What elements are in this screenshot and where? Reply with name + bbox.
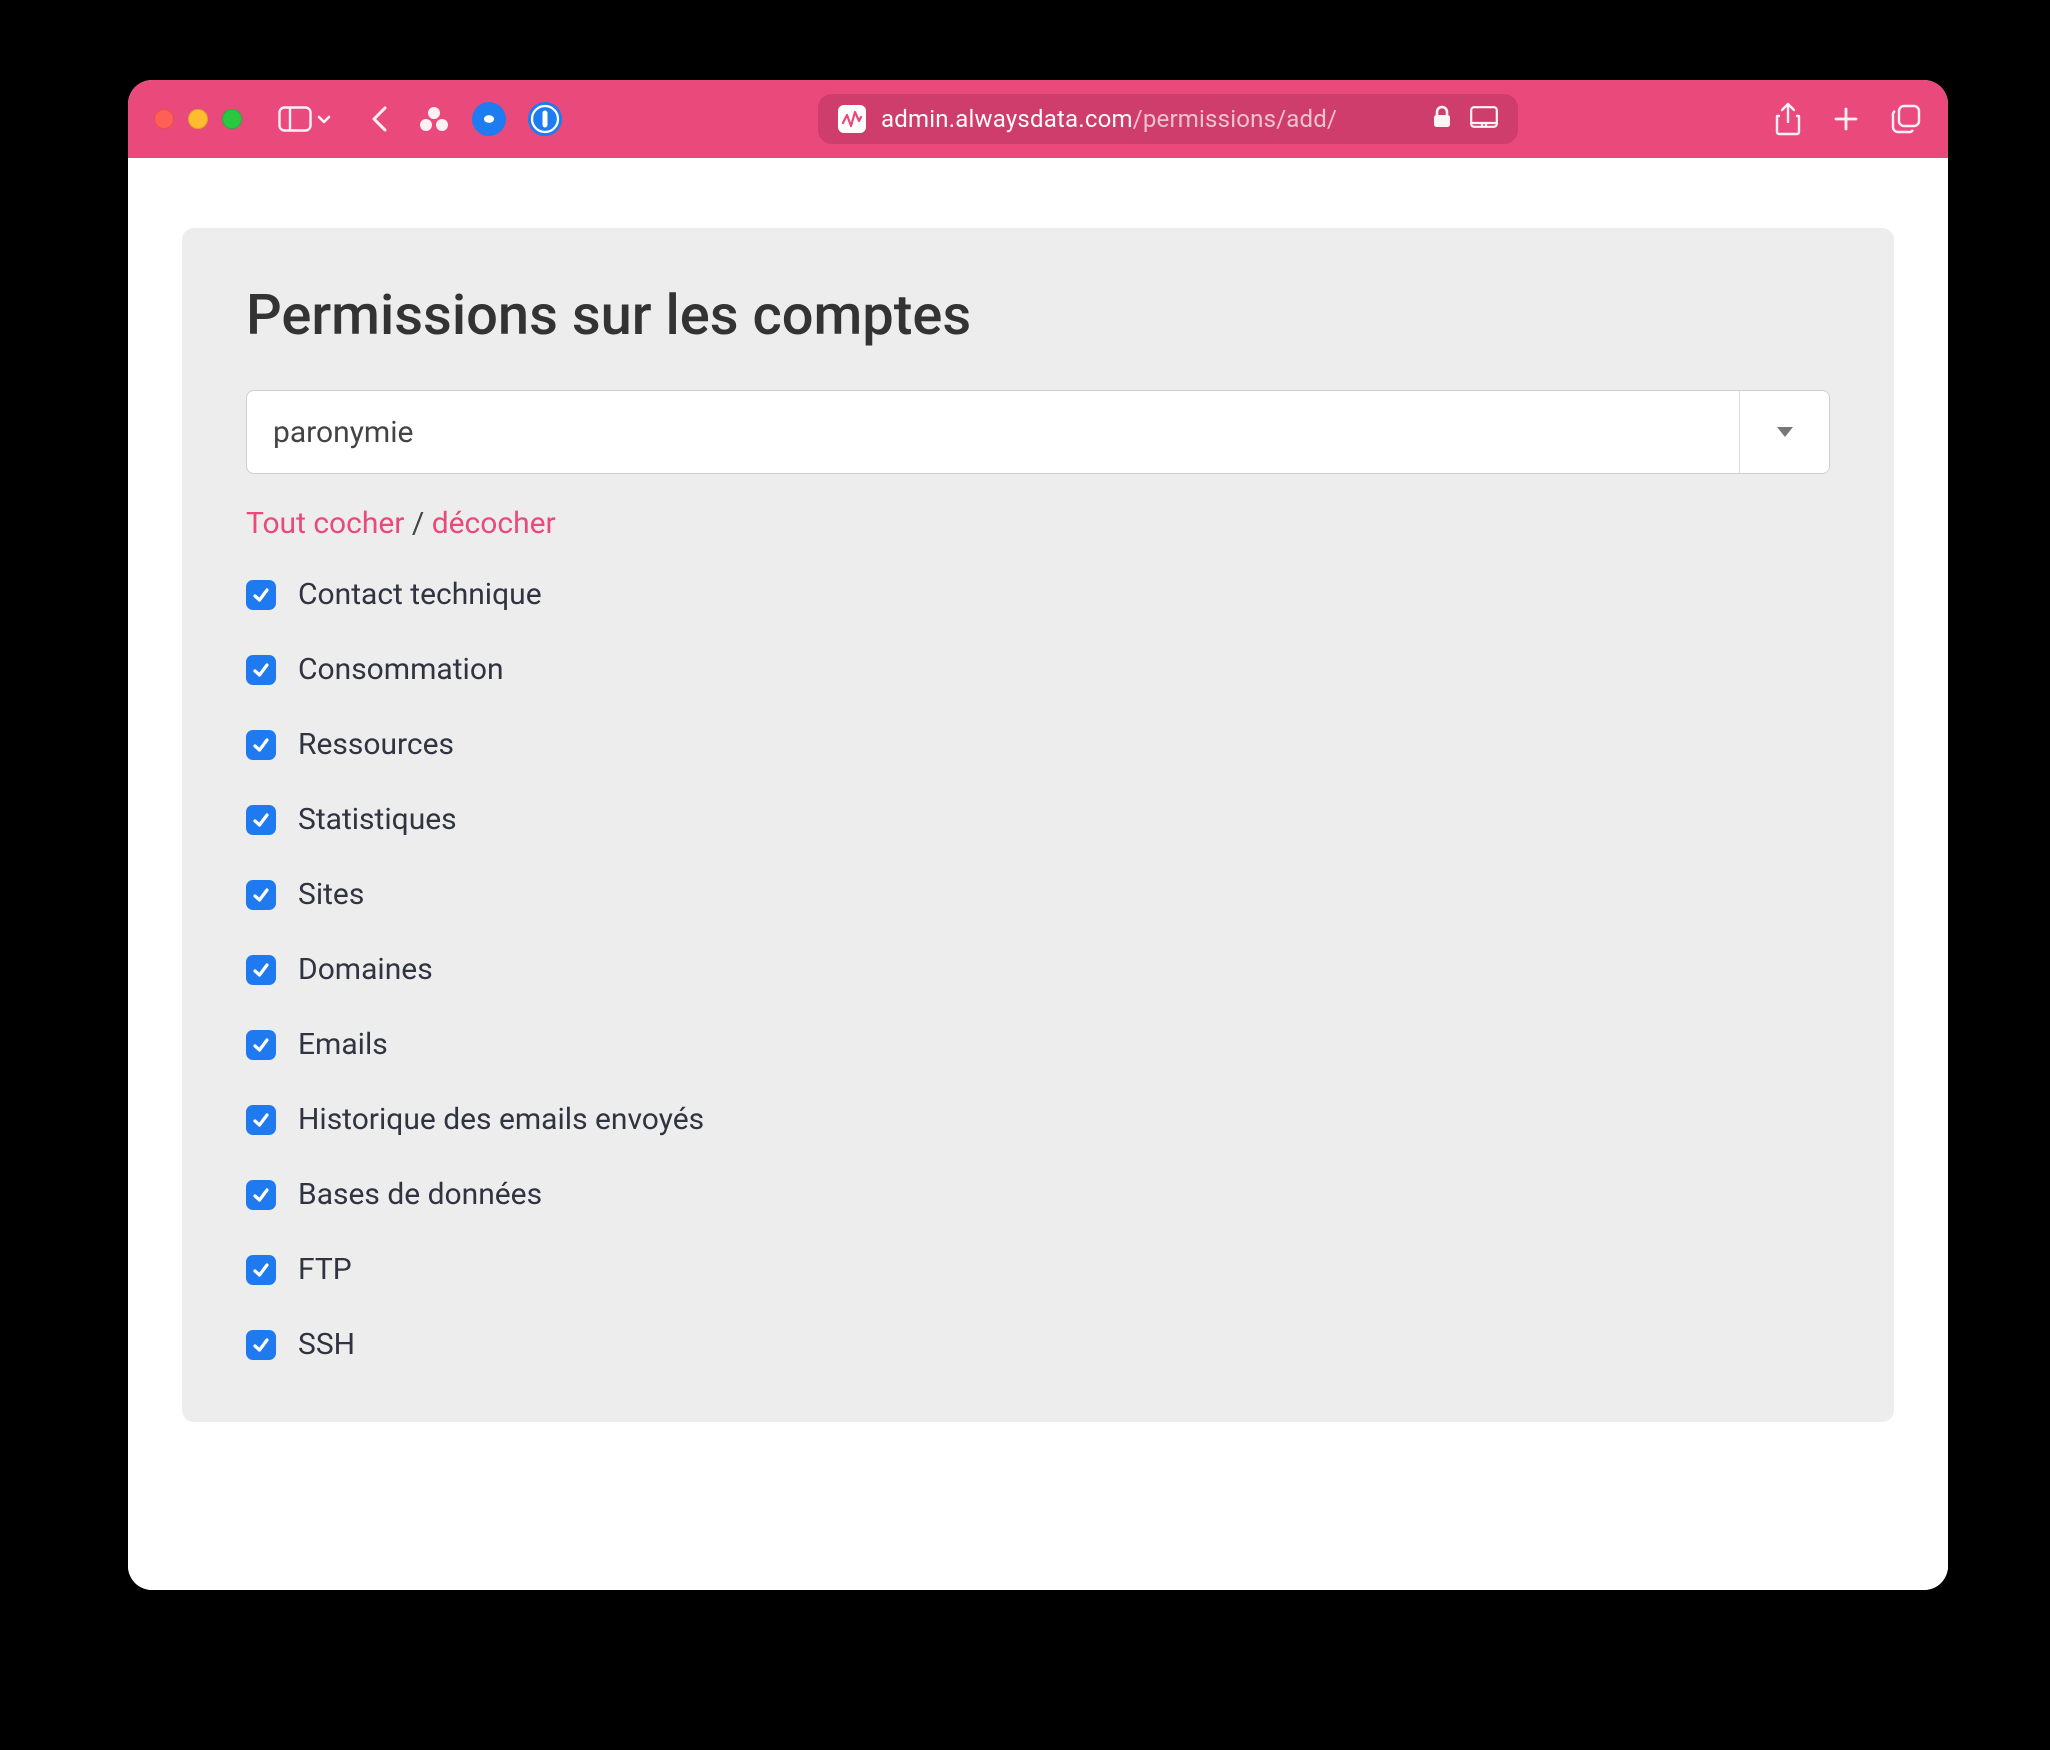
permission-item: Statistiques (246, 802, 1830, 837)
titlebar: admin.alwaysdata.com/permissions/add/ (128, 80, 1948, 158)
permission-label: Ressources (298, 727, 454, 762)
permission-label: Contact technique (298, 577, 542, 612)
permission-label: Domaines (298, 952, 433, 987)
permissions-list: Contact technique Consommation Ressources S… (246, 577, 1830, 1362)
permission-checkbox[interactable] (246, 1255, 276, 1285)
permission-checkbox[interactable] (246, 655, 276, 685)
separator-text: / (404, 506, 431, 541)
1password-icon[interactable] (528, 102, 562, 136)
permission-label: Historique des emails envoyés (298, 1102, 704, 1137)
new-tab-button[interactable] (1832, 105, 1860, 133)
permission-checkbox[interactable] (246, 1105, 276, 1135)
permission-item: Consommation (246, 652, 1830, 687)
permission-item: Sites (246, 877, 1830, 912)
back-button[interactable] (368, 104, 394, 134)
permission-checkbox[interactable] (246, 955, 276, 985)
permission-item: Bases de données (246, 1177, 1830, 1212)
account-select[interactable]: paronymie (246, 390, 1830, 474)
permission-checkbox[interactable] (246, 580, 276, 610)
address-bar[interactable]: admin.alwaysdata.com/permissions/add/ (818, 94, 1518, 144)
chevron-down-icon (1776, 426, 1794, 438)
tabs-overview-button[interactable] (1890, 103, 1922, 135)
permission-label: Emails (298, 1027, 388, 1062)
bulk-toggle-links: Tout cocher / décocher (246, 506, 1830, 541)
permission-item: SSH (246, 1327, 1830, 1362)
window-controls (154, 109, 242, 129)
extension-icon-1[interactable] (418, 103, 450, 135)
page-title: Permissions sur les comptes (246, 282, 1830, 348)
permission-label: SSH (298, 1327, 355, 1362)
browser-window: admin.alwaysdata.com/permissions/add/ (128, 80, 1948, 1590)
permission-checkbox[interactable] (246, 730, 276, 760)
page-viewport: Permissions sur les comptes paronymie To… (128, 158, 1948, 1590)
account-select-value: paronymie (247, 391, 1739, 473)
url-path: /permissions/add/ (1133, 105, 1337, 133)
permission-checkbox[interactable] (246, 1330, 276, 1360)
account-select-toggle[interactable] (1739, 391, 1829, 473)
permission-item: Ressources (246, 727, 1830, 762)
permissions-card: Permissions sur les comptes paronymie To… (182, 228, 1894, 1422)
permission-item: Emails (246, 1027, 1830, 1062)
permission-item: Domaines (246, 952, 1830, 987)
permission-checkbox[interactable] (246, 1030, 276, 1060)
extension-icon-2[interactable] (472, 102, 506, 136)
permission-checkbox[interactable] (246, 805, 276, 835)
sidebar-toggle-button[interactable] (278, 106, 312, 132)
minimize-window-button[interactable] (188, 109, 208, 129)
permission-label: Bases de données (298, 1177, 542, 1212)
zoom-window-button[interactable] (222, 109, 242, 129)
url-host: admin.alwaysdata.com (881, 105, 1133, 133)
permission-label: Statistiques (298, 802, 457, 837)
chevron-down-icon[interactable] (316, 111, 332, 127)
check-all-link[interactable]: Tout cocher (246, 506, 404, 541)
permission-label: Consommation (298, 652, 504, 687)
site-favicon (838, 105, 866, 133)
share-button[interactable] (1774, 102, 1802, 136)
url-text: admin.alwaysdata.com/permissions/add/ (881, 105, 1337, 133)
permission-checkbox[interactable] (246, 1180, 276, 1210)
permission-label: FTP (298, 1252, 352, 1287)
permission-label: Sites (298, 877, 364, 912)
lock-icon (1432, 105, 1452, 133)
close-window-button[interactable] (154, 109, 174, 129)
permission-item: FTP (246, 1252, 1830, 1287)
permission-item: Historique des emails envoyés (246, 1102, 1830, 1137)
uncheck-all-link[interactable]: décocher (432, 506, 556, 541)
permission-item: Contact technique (246, 577, 1830, 612)
permission-checkbox[interactable] (246, 880, 276, 910)
reader-icon[interactable] (1470, 106, 1498, 132)
